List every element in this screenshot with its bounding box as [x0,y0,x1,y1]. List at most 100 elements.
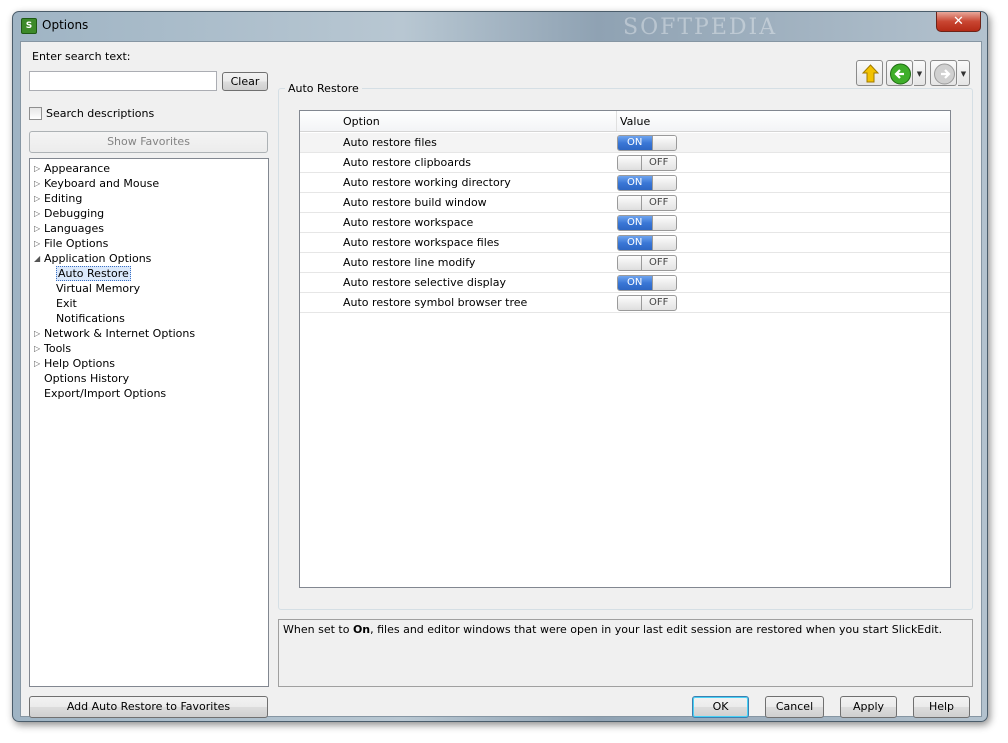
tree-item[interactable]: Exit [56,296,77,311]
tree-item-label: Tools [44,342,72,355]
toggle-knob[interactable] [652,276,676,290]
tree-item-label: Appearance [44,162,111,175]
tree-item[interactable]: ▷ Help Options [34,356,115,371]
option-toggle[interactable]: ON [617,235,677,251]
tree-item[interactable]: Auto Restore [56,266,131,281]
collapsed-arrow-icon[interactable]: ▷ [34,206,40,221]
toggle-value: OFF [649,197,669,208]
column-option-header[interactable]: Option [343,111,380,132]
collapsed-arrow-icon[interactable]: ▷ [34,161,40,176]
tree-item[interactable]: ▷ Debugging [34,206,104,221]
option-toggle[interactable]: OFF [617,155,677,171]
ok-button[interactable]: OK [692,696,749,718]
collapsed-arrow-icon[interactable]: ▷ [34,341,40,356]
tree-item-label: Export/Import Options [44,387,167,400]
toggle-knob[interactable] [652,236,676,250]
option-row[interactable]: Auto restore workspace ON [300,213,950,233]
option-toggle[interactable]: ON [617,135,677,151]
toggle-knob[interactable] [618,256,642,270]
tree-item[interactable]: ◢ Application Options [34,251,151,266]
cancel-button[interactable]: Cancel [765,696,824,718]
option-name: Auto restore workspace files [343,236,500,249]
tree-item[interactable]: Export/Import Options [44,386,166,401]
toggle-knob[interactable] [652,176,676,190]
option-row[interactable]: Auto restore line modify OFF [300,253,950,273]
forward-button[interactable] [930,60,957,86]
title-bar[interactable]: S Options SOFTPEDIA ✕ [13,12,987,40]
toggle-value: ON [627,217,643,228]
option-name: Auto restore line modify [343,256,476,269]
option-row[interactable]: Auto restore clipboards OFF [300,153,950,173]
search-descriptions-checkbox[interactable] [29,107,42,120]
back-button[interactable] [886,60,913,86]
option-row[interactable]: Auto restore workspace files ON [300,233,950,253]
collapsed-arrow-icon[interactable]: ▷ [34,221,40,236]
options-tree[interactable]: ▷ Appearance ▷ Keyboard and Mouse ▷ Editing ▷ D… [29,158,269,687]
show-favorites-button[interactable]: Show Favorites [29,131,268,153]
close-button[interactable]: ✕ [936,12,981,32]
tree-item-label: Auto Restore [56,266,131,281]
tree-item-label: Options History [44,372,130,385]
forward-history-dropdown[interactable]: ▼ [958,60,970,86]
collapsed-arrow-icon[interactable]: ▷ [34,176,40,191]
help-button[interactable]: Help [913,696,970,718]
grid-header: Option Value [300,111,950,132]
option-row[interactable]: Auto restore symbol browser tree OFF [300,293,950,313]
tree-item[interactable]: Notifications [56,311,125,326]
back-history-dropdown[interactable]: ▼ [914,60,926,86]
column-separator[interactable] [616,111,617,131]
tree-item-label: Exit [56,297,77,310]
tree-item[interactable]: ▷ File Options [34,236,108,251]
option-name: Auto restore selective display [343,276,506,289]
option-toggle[interactable]: ON [617,175,677,191]
option-toggle[interactable]: OFF [617,295,677,311]
expanded-arrow-icon[interactable]: ◢ [34,251,40,266]
option-row[interactable]: Auto restore build window OFF [300,193,950,213]
toggle-value: ON [627,137,643,148]
toggle-value: OFF [649,297,669,308]
tree-item[interactable]: Options History [44,371,129,386]
option-row[interactable]: Auto restore files ON [300,133,950,153]
search-input[interactable] [29,71,217,91]
back-arrow-icon [890,63,911,85]
option-name: Auto restore clipboards [343,156,472,169]
up-button[interactable] [856,60,883,86]
option-toggle[interactable]: ON [617,215,677,231]
tree-item[interactable]: Virtual Memory [56,281,140,296]
option-toggle[interactable]: OFF [617,195,677,211]
collapsed-arrow-icon[interactable]: ▷ [34,326,40,341]
collapsed-arrow-icon[interactable]: ▷ [34,191,40,206]
apply-button[interactable]: Apply [840,696,897,718]
column-value-header[interactable]: Value [620,111,650,132]
add-to-favorites-button[interactable]: Add Auto Restore to Favorites [29,696,268,718]
clear-button[interactable]: Clear [222,72,268,91]
option-toggle[interactable]: OFF [617,255,677,271]
option-name: Auto restore files [343,136,437,149]
up-arrow-icon [861,64,880,83]
tree-item-label: Virtual Memory [56,282,141,295]
tree-item-label: Network & Internet Options [44,327,196,340]
option-row[interactable]: Auto restore selective display ON [300,273,950,293]
option-row[interactable]: Auto restore working directory ON [300,173,950,193]
tree-item[interactable]: ▷ Appearance [34,161,111,176]
tree-item[interactable]: ▷ Languages [34,221,104,236]
tree-item[interactable]: ▷ Network & Internet Options [34,326,196,341]
search-descriptions-label: Search descriptions [46,107,155,120]
close-icon: ✕ [953,14,964,29]
toggle-knob[interactable] [652,216,676,230]
collapsed-arrow-icon[interactable]: ▷ [34,236,40,251]
toggle-knob[interactable] [618,296,642,310]
option-name: Auto restore build window [343,196,487,209]
tree-item[interactable]: ▷ Editing [34,191,82,206]
watermark: SOFTPEDIA [623,15,778,40]
tree-item[interactable]: ▷ Tools [34,341,72,356]
option-toggle[interactable]: ON [617,275,677,291]
toggle-knob[interactable] [618,196,642,210]
toggle-knob[interactable] [618,156,642,170]
toggle-knob[interactable] [652,136,676,150]
collapsed-arrow-icon[interactable]: ▷ [34,356,40,371]
toggle-value: ON [627,177,643,188]
option-name: Auto restore working directory [343,176,511,189]
description-text: When set to On, files and editor windows… [283,623,943,636]
tree-item[interactable]: ▷ Keyboard and Mouse [34,176,159,191]
